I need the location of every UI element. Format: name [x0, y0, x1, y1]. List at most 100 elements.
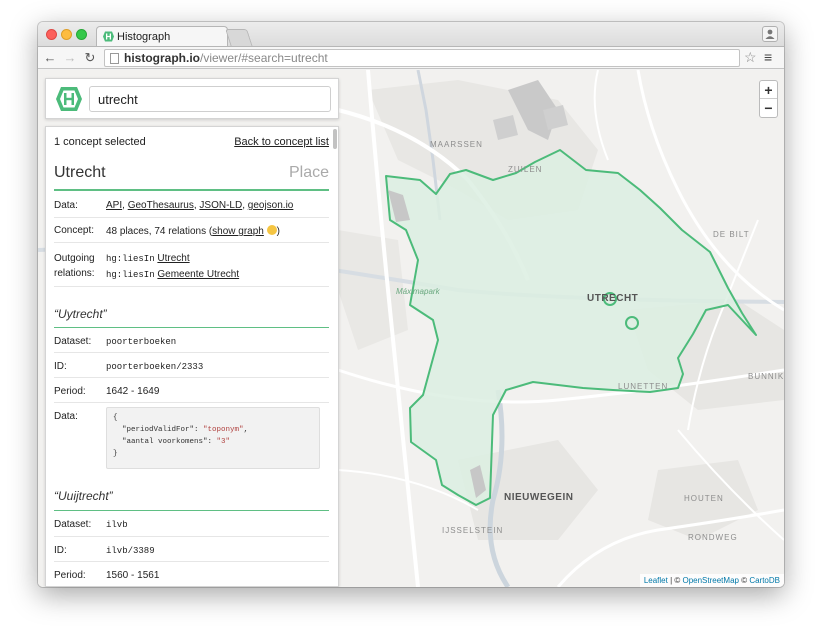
- zoom-in-button[interactable]: +: [760, 81, 777, 99]
- outgoing-relations-label: Outgoing relations:: [54, 251, 95, 281]
- map-label-maximapark: Máximapark: [396, 287, 440, 296]
- page-content: MAARSSEN ZUILEN DE BILT Máximapark UTREC…: [38, 70, 784, 587]
- browser-window: Histograph ← → ↻ histograph.io/viewer/#s…: [38, 22, 784, 587]
- divider: [54, 217, 329, 218]
- code-brace: {: [113, 414, 118, 422]
- search-input[interactable]: [89, 86, 331, 112]
- divider: [54, 561, 329, 562]
- map-label-ijsselstein: IJSSELSTEIN: [442, 526, 504, 535]
- url-text: histograph.io/viewer/#search=utrecht: [124, 51, 328, 65]
- map-label-lunetten: LUNETTEN: [618, 382, 669, 391]
- period-label: Period:: [54, 386, 86, 397]
- code-key: "aantal voorkomens": [122, 438, 208, 446]
- dataset-label: Dataset:: [54, 519, 92, 530]
- show-graph-link[interactable]: show graph: [212, 226, 264, 237]
- map-label-bunnik: BUNNIK: [748, 372, 784, 381]
- concept-name: Utrecht: [54, 164, 106, 181]
- period-value: 1560 - 1561: [106, 570, 160, 581]
- geothesaurus-link[interactable]: GeoThesaurus: [128, 200, 194, 211]
- zoom-out-button[interactable]: −: [760, 99, 777, 117]
- close-window-button[interactable]: [46, 29, 57, 40]
- browser-tab[interactable]: Histograph: [96, 26, 228, 47]
- selection-count: 1 concept selected: [54, 136, 146, 148]
- dataset-label: Dataset:: [54, 336, 92, 347]
- name-divider: [54, 327, 329, 328]
- histograph-favicon-icon: [103, 31, 114, 42]
- divider: [54, 402, 329, 403]
- panel-scrollbar[interactable]: [333, 129, 337, 149]
- map-label-houten: HOUTEN: [684, 494, 724, 503]
- name-title: “Uytrecht”: [54, 307, 107, 321]
- divider: [54, 536, 329, 537]
- url-path: /viewer/#search=utrecht: [200, 51, 328, 65]
- hamburger-menu-icon[interactable]: ≡: [764, 49, 772, 65]
- period-value: 1642 - 1649: [106, 386, 160, 397]
- outgoing-label-line2: relations:: [54, 268, 95, 279]
- openstreetmap-link[interactable]: OpenStreetMap: [682, 576, 738, 585]
- id-label: ID:: [54, 545, 67, 556]
- browser-toolbar: ← → ↻ histograph.io/viewer/#search=utrec…: [38, 46, 784, 69]
- attribution-sep: | ©: [667, 576, 683, 585]
- map-label-maarssen: MAARSSEN: [430, 140, 483, 149]
- json-ld-link[interactable]: JSON-LD: [199, 200, 242, 211]
- attribution-sep: ©: [738, 576, 750, 585]
- reload-icon[interactable]: ↻: [82, 49, 98, 66]
- title-divider: [54, 189, 329, 191]
- new-tab-button[interactable]: [225, 29, 253, 47]
- relation-target-link[interactable]: Gemeente Utrecht: [157, 269, 239, 280]
- concept-label: Concept:: [54, 225, 95, 236]
- divider: [54, 286, 329, 287]
- data-label: Data:: [54, 200, 78, 211]
- relation-item: hg:liesIn Gemeente Utrecht: [106, 267, 239, 283]
- concept-type: Place: [288, 164, 329, 181]
- url-host: histograph.io: [124, 51, 200, 65]
- json-data-block: { "periodValidFor": "toponym", "aantal v…: [106, 407, 320, 469]
- period-label: Period:: [54, 570, 86, 581]
- id-value: poorterboeken/2333: [106, 362, 204, 372]
- address-bar[interactable]: histograph.io/viewer/#search=utrecht: [104, 49, 740, 67]
- code-brace: }: [113, 450, 118, 458]
- map-label-zuilen: ZUILEN: [508, 165, 543, 174]
- tab-title: Histograph: [117, 31, 171, 43]
- concept-close: ): [276, 226, 280, 237]
- relation-predicate: hg:liesIn: [106, 270, 155, 280]
- forward-arrow-icon[interactable]: →: [62, 49, 78, 66]
- outgoing-label-line1: Outgoing: [54, 253, 95, 264]
- search-box: [45, 78, 339, 119]
- data-label: Data:: [54, 411, 78, 422]
- api-link[interactable]: API: [106, 200, 122, 211]
- zoom-control: + −: [759, 80, 778, 118]
- concept-panel: 1 concept selected Back to concept list …: [45, 126, 339, 587]
- leaflet-link[interactable]: Leaflet: [644, 576, 668, 585]
- name-title: “Uuijtrecht”: [54, 489, 113, 503]
- dataset-value: poorterboeken: [106, 337, 177, 347]
- map-label-nieuwegein: NIEUWEGEIN: [504, 492, 574, 503]
- back-arrow-icon[interactable]: ←: [42, 49, 58, 66]
- id-value: ilvb/3389: [106, 546, 155, 556]
- back-to-concept-list-link[interactable]: Back to concept list: [234, 136, 329, 148]
- relation-target-link[interactable]: Utrecht: [157, 253, 189, 264]
- histograph-logo-icon[interactable]: [55, 86, 83, 112]
- relations-list: hg:liesIn Utrecht hg:liesIn Gemeente Utr…: [106, 251, 239, 283]
- star-icon[interactable]: ☆: [744, 49, 757, 66]
- title-bar: Histograph: [38, 22, 784, 47]
- page-icon: [110, 53, 119, 64]
- id-label: ID:: [54, 361, 67, 372]
- maximize-window-button[interactable]: [76, 29, 87, 40]
- code-value: "3": [216, 438, 231, 446]
- name-divider: [54, 510, 329, 511]
- concept-summary: 48 places, 74 relations (show graph ): [106, 225, 280, 237]
- map-label-rondweg: RONDWEG: [688, 533, 738, 542]
- geojson-io-link[interactable]: geojson.io: [248, 200, 294, 211]
- dataset-value: ilvb: [106, 520, 128, 530]
- divider: [54, 242, 329, 243]
- divider: [54, 377, 329, 378]
- cartodb-link[interactable]: CartoDB: [749, 576, 780, 585]
- minimize-window-button[interactable]: [61, 29, 72, 40]
- person-icon[interactable]: [762, 26, 778, 42]
- code-key: "periodValidFor": [122, 426, 195, 434]
- divider: [54, 352, 329, 353]
- concept-counts: 48 places, 74 relations (: [106, 226, 213, 237]
- relation-predicate: hg:liesIn: [106, 254, 155, 264]
- map-label-utrecht: UTRECHT: [587, 293, 639, 304]
